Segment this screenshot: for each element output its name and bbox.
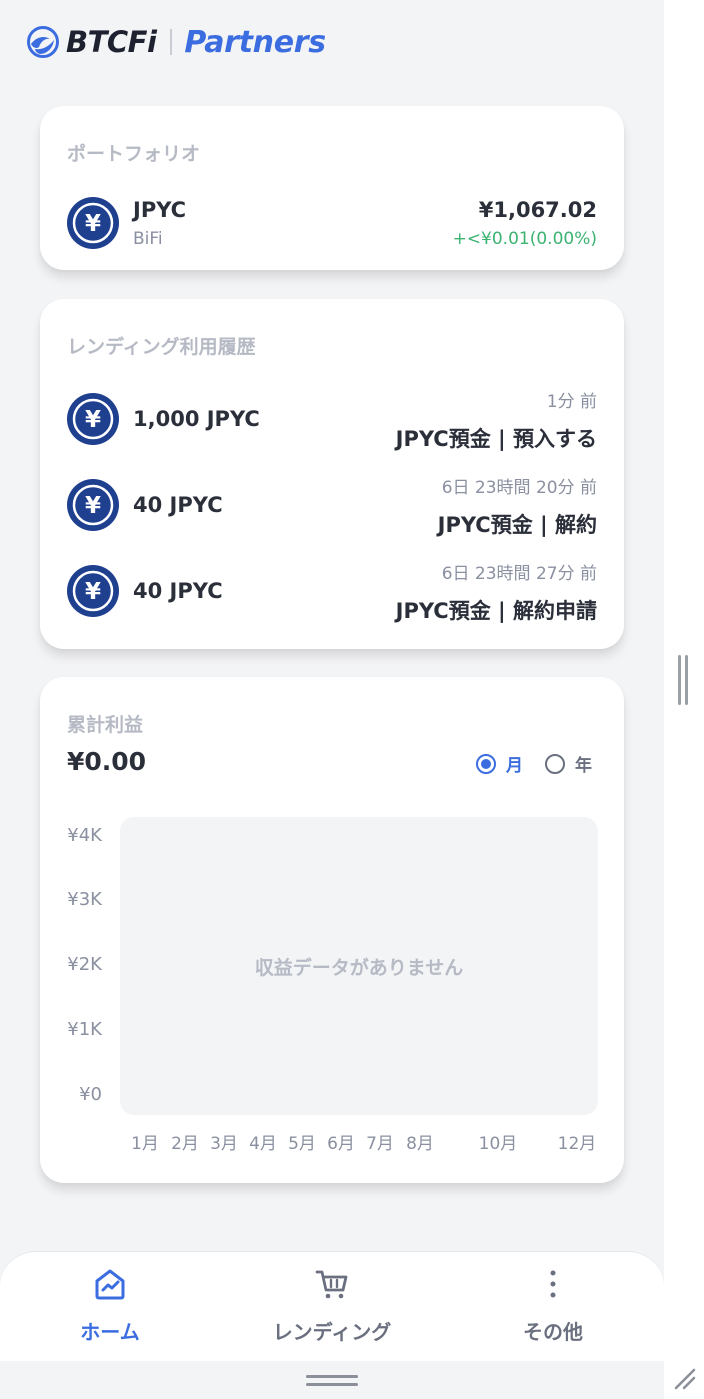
asset-name: JPYC xyxy=(133,198,187,222)
home-chart-icon xyxy=(95,1269,125,1300)
x-tick-label: 7月 xyxy=(366,1134,394,1154)
history-action: JPYC預金 | 解約 xyxy=(437,513,597,537)
history-row[interactable]: ¥ 40 JPYC 6日 23時間 20分 前 JPYC預金 | 解約 xyxy=(40,465,624,545)
x-tick-label: 1月 xyxy=(131,1134,159,1154)
x-tick-label: 6月 xyxy=(327,1134,355,1154)
lending-history-card: レンディング利用履歴 ¥ 1,000 JPYC 1分 前 JPYC預金 | 預入… xyxy=(40,299,624,649)
x-tick-label: 3月 xyxy=(210,1134,238,1154)
nav-label-home: ホーム xyxy=(80,1320,140,1344)
nav-item-more[interactable]: その他 xyxy=(468,1266,638,1346)
x-tick-label: 2月 xyxy=(171,1134,199,1154)
asset-value: ¥1,067.02 xyxy=(478,198,597,222)
app-header: BTCFi Partners xyxy=(26,22,326,62)
x-tick-label: 5月 xyxy=(288,1134,316,1154)
period-year-label: 年 xyxy=(575,756,592,776)
period-radio-group: 月 年 xyxy=(476,751,592,776)
period-month-option[interactable]: 月 xyxy=(476,751,523,776)
history-time: 6日 23時間 27分 前 xyxy=(441,564,597,584)
svg-text:¥: ¥ xyxy=(85,407,101,433)
nav-item-home[interactable]: ホーム xyxy=(25,1266,195,1346)
yen-coin-icon: ¥ xyxy=(67,197,119,249)
history-row[interactable]: ¥ 1,000 JPYC 1分 前 JPYC預金 | 預入する xyxy=(40,379,624,459)
cumulative-profit-card: 累計利益 ¥0.00 月 年 ¥4K ¥3K ¥2K ¥1K ¥0 収益データが… xyxy=(40,677,624,1183)
nav-label-lending: レンディング xyxy=(272,1320,392,1344)
asset-change: +<¥0.01(0.00%) xyxy=(452,229,597,249)
x-tick-label: 10月 xyxy=(478,1134,518,1154)
profit-title: 累計利益 xyxy=(67,714,144,736)
history-row[interactable]: ¥ 40 JPYC 6日 23時間 27分 前 JPYC預金 | 解約申請 xyxy=(40,551,624,631)
y-tick-label: ¥1K xyxy=(67,1019,102,1040)
asset-platform: BiFi xyxy=(133,229,163,249)
history-time: 6日 23時間 20分 前 xyxy=(441,478,597,498)
svg-text:¥: ¥ xyxy=(85,493,101,519)
history-title: レンディング利用履歴 xyxy=(67,336,256,358)
more-vertical-icon xyxy=(550,1270,556,1298)
svg-text:¥: ¥ xyxy=(85,579,101,605)
period-month-label: 月 xyxy=(506,756,523,776)
x-tick-label: 4月 xyxy=(249,1134,277,1154)
x-tick-label: 12月 xyxy=(557,1134,597,1154)
drag-handle[interactable] xyxy=(306,1375,358,1386)
x-tick-label: 8月 xyxy=(406,1134,434,1154)
nav-label-more: その他 xyxy=(523,1320,583,1344)
y-tick-label: ¥3K xyxy=(67,889,102,910)
svg-text:¥: ¥ xyxy=(85,211,101,237)
app-root: BTCFi Partners ポートフォリオ ¥ JPYC BiFi ¥1,06… xyxy=(0,0,664,1399)
y-tick-label: ¥0 xyxy=(79,1084,102,1105)
y-tick-label: ¥2K xyxy=(67,954,102,975)
nav-item-lending[interactable]: レンディング xyxy=(247,1266,417,1346)
history-action: JPYC預金 | 解約申請 xyxy=(395,599,597,623)
radio-unchecked-icon[interactable] xyxy=(545,753,565,774)
yen-coin-icon: ¥ xyxy=(67,565,119,617)
history-amount: 40 JPYC xyxy=(133,579,223,603)
brand-name: BTCFi xyxy=(66,25,157,59)
period-year-option[interactable]: 年 xyxy=(545,751,592,776)
history-time: 1分 前 xyxy=(546,392,597,412)
radio-checked-icon[interactable] xyxy=(476,753,496,774)
profit-value: ¥0.00 xyxy=(67,747,147,776)
yen-coin-icon: ¥ xyxy=(67,479,119,531)
chart-plot-area: 収益データがありません xyxy=(120,817,598,1115)
vertical-resize-handle[interactable] xyxy=(677,655,689,705)
resize-corner-icon[interactable] xyxy=(672,1366,696,1390)
chart-empty-message: 収益データがありません xyxy=(254,957,464,979)
yen-coin-icon: ¥ xyxy=(67,393,119,445)
bottom-nav: ホーム レンディング その他 xyxy=(0,1251,664,1361)
history-amount: 1,000 JPYC xyxy=(133,407,260,431)
brand-sub: Partners xyxy=(184,24,326,60)
btcfi-logo-icon xyxy=(27,26,59,58)
portfolio-card: ポートフォリオ ¥ JPYC BiFi ¥1,067.02 +<¥0.01(0.… xyxy=(40,106,624,270)
brand-divider xyxy=(170,29,173,55)
history-action: JPYC預金 | 預入する xyxy=(395,427,597,451)
history-amount: 40 JPYC xyxy=(133,493,223,517)
portfolio-title: ポートフォリオ xyxy=(67,143,201,165)
y-tick-label: ¥4K xyxy=(67,825,102,846)
cart-icon xyxy=(315,1270,348,1299)
